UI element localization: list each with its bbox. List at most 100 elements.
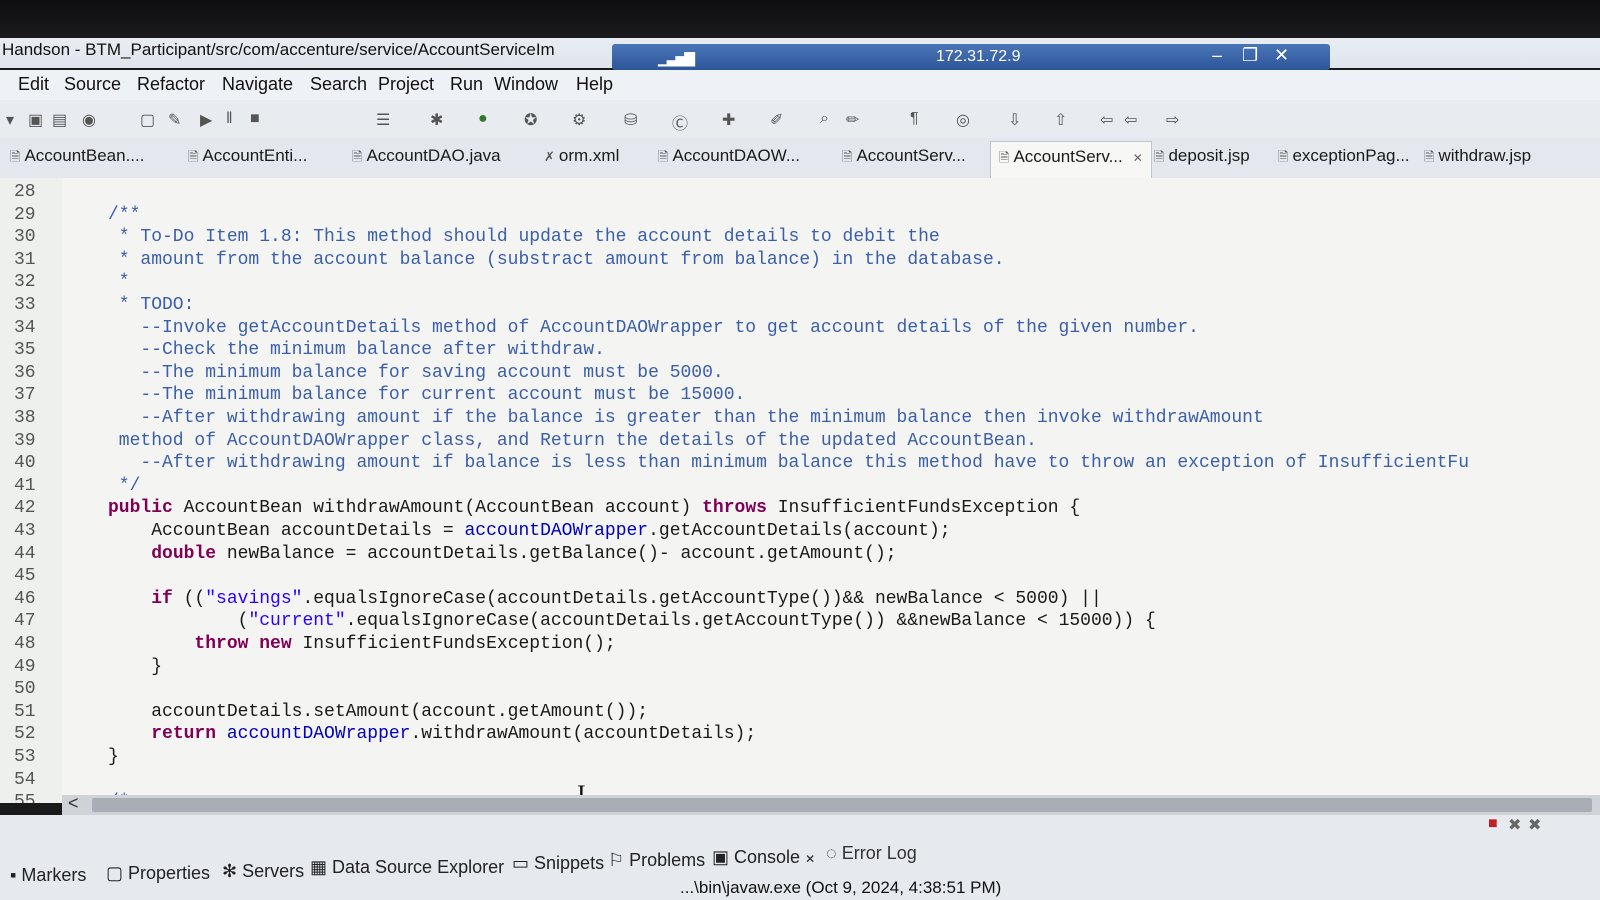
- suspend-icon[interactable]: ‖: [226, 110, 233, 128]
- tab-accountdao[interactable]: 🗎 AccountDAO.java: [352, 146, 501, 170]
- open-task-icon[interactable]: ✐: [770, 110, 783, 130]
- tab-accountdaowrapper[interactable]: 🗎 AccountDAOW...: [658, 146, 800, 170]
- prev-annotation-icon[interactable]: ⇧: [1054, 110, 1067, 130]
- forward-icon[interactable]: ⇨: [1166, 110, 1179, 130]
- dropdown-icon[interactable]: ▾: [6, 110, 14, 130]
- code-text: /**: [108, 204, 141, 225]
- tab-accountserviceimpl[interactable]: 🗎 AccountServ... ✕: [990, 141, 1152, 179]
- menu-edit[interactable]: Edit: [18, 74, 49, 95]
- back-icon[interactable]: ⇦: [1124, 110, 1137, 130]
- terminate-console-icon[interactable]: ■: [1488, 815, 1498, 833]
- outline-icon[interactable]: ☰: [376, 110, 390, 130]
- code-line: 51 accountDetails.setAmount(account.getA…: [0, 702, 1600, 725]
- resume-icon[interactable]: ▶: [200, 110, 212, 130]
- tab-withdraw-jsp[interactable]: 🗎 withdraw.jsp: [1424, 146, 1531, 170]
- search-icon[interactable]: ⌕: [820, 110, 829, 128]
- toolbar: ▾ ▣ ▤ ◉ ▢ ✎ ▶ ‖ ■ ☰ ✱ ● ✪ ⚙ ⛁ Ⓒ ✚ ✐ ⌕ ✏ …: [0, 100, 1600, 139]
- annotation-icon[interactable]: ◎: [956, 110, 970, 130]
- coverage-icon[interactable]: ✪: [524, 110, 537, 130]
- close-tab-icon[interactable]: ✕: [1133, 151, 1143, 165]
- code-text: accountDetails.setAmount(account.getAmou…: [108, 701, 649, 722]
- menu-project[interactable]: Project: [378, 74, 434, 95]
- menu-help[interactable]: Help: [576, 74, 613, 95]
- line-number: 34: [14, 317, 36, 338]
- remote-session-bar: ▁▃▅▇ 172.31.72.9 – ❐ ✕: [612, 44, 1330, 70]
- tab-data-source-explorer[interactable]: ▦ Data Source Explorer: [310, 857, 504, 878]
- new-server-icon[interactable]: ⛁: [624, 110, 637, 130]
- code-line: 42 public AccountBean withdrawAmount(Acco…: [0, 498, 1600, 521]
- external-tools-icon[interactable]: ⚙: [572, 110, 586, 130]
- tab-problems[interactable]: ⚐ Problems: [608, 850, 705, 871]
- tab-label: Markers: [21, 865, 87, 885]
- code-text: method of AccountDAOWrapper class, and R…: [108, 430, 1037, 451]
- code-line: 34 --Invoke getAccountDetails method of …: [0, 318, 1600, 341]
- console-icon[interactable]: ▢: [140, 110, 155, 130]
- next-annotation-icon[interactable]: ⇩: [1008, 110, 1021, 130]
- tab-console[interactable]: ▣ Console ✕: [712, 847, 815, 868]
- code-text: return accountDAOWrapper.withdrawAmount(…: [151, 724, 757, 745]
- tab-accountentity[interactable]: 🗎 AccountEnti...: [188, 146, 307, 170]
- last-edit-icon[interactable]: ⇦: [1100, 110, 1113, 130]
- tab-markers[interactable]: ▪ Markers: [10, 865, 86, 886]
- remove-all-icon[interactable]: ✖: [1528, 815, 1541, 835]
- code-line: 35 --Check the minimum balance after wit…: [0, 340, 1600, 363]
- tab-snippets[interactable]: ▭ Snippets: [512, 853, 604, 874]
- code-text: * To-Do Item 1.8: This method should upd…: [108, 227, 940, 248]
- menu-search[interactable]: Search: [310, 74, 367, 95]
- line-number: 47: [14, 611, 36, 632]
- skip-breakpoints-icon[interactable]: ✎: [168, 110, 181, 130]
- code-editor[interactable]: 28 29/** 30 * To-Do Item 1.8: This method …: [0, 178, 1600, 803]
- menu-run[interactable]: Run: [450, 74, 483, 95]
- scrollbar-thumb[interactable]: [92, 798, 1592, 812]
- code-line: 39 method of AccountDAOWrapper class, an…: [0, 431, 1600, 454]
- restore-icon[interactable]: ❐: [1242, 45, 1258, 66]
- line-number: 31: [14, 249, 36, 270]
- code-line: 41 */: [0, 476, 1600, 499]
- line-number: 43: [14, 521, 36, 541]
- code-text: }: [108, 656, 163, 677]
- horizontal-scrollbar[interactable]: <: [62, 793, 1600, 815]
- code-text: if (("savings".equalsIgnoreCase(accountD…: [151, 588, 1102, 609]
- open-type-icon[interactable]: ✚: [722, 110, 735, 130]
- tab-accountservice[interactable]: 🗎 AccountServ...: [842, 146, 966, 170]
- tab-error-log[interactable]: ◌ Error Log: [826, 843, 917, 864]
- code-text: --The minimum balance for current accoun…: [108, 385, 746, 406]
- code-text: --Invoke getAccountDetails method of Acc…: [108, 317, 1199, 338]
- server-icon[interactable]: ◉: [82, 110, 96, 130]
- tab-deposit-jsp[interactable]: 🗎 deposit.jsp: [1154, 146, 1250, 170]
- minimize-icon[interactable]: –: [1212, 45, 1222, 66]
- show-whitespace-icon[interactable]: ¶: [910, 110, 919, 128]
- code-line: 52 return accountDAOWrapper.withdrawAmou…: [0, 724, 1600, 747]
- line-number: 28: [14, 182, 36, 202]
- tab-label: Error Log: [841, 843, 917, 863]
- menu-navigate[interactable]: Navigate: [222, 74, 293, 95]
- debug-icon[interactable]: ✱: [430, 110, 443, 130]
- line-number: 54: [14, 769, 36, 790]
- menu-refactor[interactable]: Refactor: [137, 74, 205, 95]
- code-line: 29 /**: [0, 205, 1600, 228]
- code-line: 50: [0, 679, 1600, 702]
- code-text: }: [108, 747, 119, 767]
- mark-occurrences-icon[interactable]: ✏: [846, 110, 859, 130]
- scroll-left-icon[interactable]: <: [68, 793, 79, 814]
- line-number: 53: [14, 747, 36, 767]
- code-line: 31 * amount from the account balance (su…: [0, 250, 1600, 273]
- close-tab-icon[interactable]: ✕: [805, 852, 815, 866]
- save-icon[interactable]: ▣: [28, 110, 43, 130]
- console-status: ...\bin\javaw.exe (Oct 9, 2024, 4:38:51 …: [680, 878, 1002, 897]
- new-class-icon[interactable]: Ⓒ: [672, 110, 688, 134]
- line-number: 37: [14, 385, 36, 406]
- terminate-icon[interactable]: ■: [250, 110, 260, 128]
- tab-properties[interactable]: ▢ Properties: [106, 863, 210, 884]
- java-file-icon: 🗎: [658, 149, 669, 164]
- save-all-icon[interactable]: ▤: [52, 110, 67, 130]
- tab-exceptionpage[interactable]: 🗎 exceptionPag...: [1278, 146, 1410, 170]
- tab-accountbean[interactable]: 🗎 AccountBean....: [10, 146, 144, 170]
- close-icon[interactable]: ✕: [1274, 45, 1289, 66]
- run-icon[interactable]: ●: [478, 110, 488, 128]
- menu-source[interactable]: Source: [64, 74, 121, 95]
- tab-orm-xml[interactable]: ✗ orm.xml: [544, 146, 619, 166]
- remove-launch-icon[interactable]: ✖: [1508, 815, 1521, 835]
- menu-window[interactable]: Window: [494, 74, 558, 95]
- tab-servers[interactable]: ✻ Servers: [222, 861, 304, 882]
